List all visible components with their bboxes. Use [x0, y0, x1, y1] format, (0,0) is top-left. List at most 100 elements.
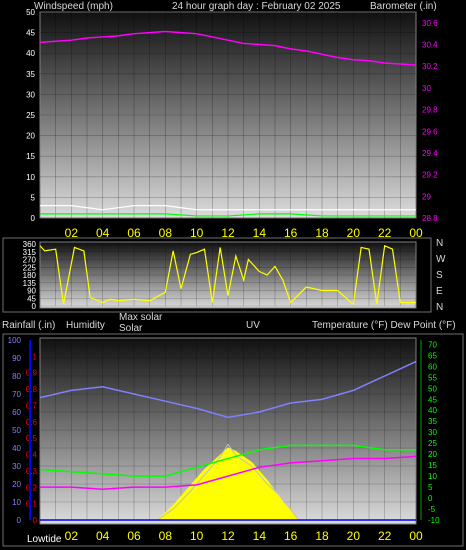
wind-x-tick: 14	[253, 226, 267, 240]
wind-y-tick: 40	[26, 49, 35, 58]
humidity-y-tick: 90	[12, 354, 21, 363]
rain-y-tick: 0.1	[26, 500, 38, 509]
baro-y-tick: 28.8	[422, 214, 438, 223]
dir-letter-n-bottom: N	[436, 302, 443, 313]
rain-y-tick: 1	[33, 352, 38, 361]
wind-x-tick: 06	[127, 226, 141, 240]
wind-y-tick: 50	[26, 8, 35, 17]
temp-y-tick: 30	[428, 428, 437, 437]
wind-y-tick: 5	[31, 193, 36, 202]
rainfall-label: Rainfall (.in)	[2, 320, 55, 331]
rain-y-tick: 0.6	[26, 418, 38, 427]
temp-y-tick: 60	[428, 362, 437, 371]
wind-y-tick: 0	[31, 214, 36, 223]
max-solar-label: Max solar	[119, 312, 163, 323]
temp-y-tick: 35	[428, 417, 437, 426]
humidity-y-tick: 10	[12, 498, 21, 507]
temp-y-tick: -10	[428, 516, 440, 525]
dir-letter-n-top: N	[436, 238, 443, 249]
humidity-y-tick: 50	[12, 426, 21, 435]
weather-graphs: Windspeed (mph) 24 hour graph day : Febr…	[2, 1, 464, 547]
humidity-y-tick: 80	[12, 372, 21, 381]
baro-y-tick: 29	[422, 192, 431, 201]
dir-y-tick: 0	[32, 302, 37, 311]
header-center-label: 24 hour graph day : February 02 2025	[172, 1, 341, 12]
temp-y-tick: 20	[428, 450, 437, 459]
wind-x-tick: 10	[190, 226, 204, 240]
wind-x-tick: 18	[315, 226, 329, 240]
rain-y-tick: 0.3	[26, 467, 38, 476]
wind-x-tick: 02	[65, 226, 79, 240]
humidity-y-tick: 0	[17, 516, 22, 525]
baro-y-tick: 29.4	[422, 149, 438, 158]
uv-label: UV	[246, 320, 260, 331]
temp-y-tick: 25	[428, 439, 437, 448]
temp-y-tick: 55	[428, 373, 437, 382]
temp-y-tick: 5	[428, 483, 433, 492]
dir-y-tick: 180	[23, 271, 37, 280]
dir-y-tick: 360	[23, 240, 37, 249]
baro-y-tick: 30.6	[422, 19, 438, 28]
solar-x-tick: 00	[409, 529, 423, 543]
dir-y-tick: 225	[23, 263, 37, 272]
solar-x-tick: 06	[127, 529, 141, 543]
wind-y-tick: 30	[26, 90, 35, 99]
solar-x-tick: 18	[315, 529, 329, 543]
solar-label: Solar	[119, 323, 143, 334]
solar-x-tick: 08	[159, 529, 173, 543]
solar-x-tick: 02	[65, 529, 79, 543]
baro-y-tick: 29.6	[422, 127, 438, 136]
wind-x-tick: 00	[409, 226, 423, 240]
wind-x-tick: 16	[284, 226, 298, 240]
dir-letter-s: S	[436, 270, 443, 281]
wind-y-tick: 20	[26, 132, 35, 141]
solar-x-tick: 10	[190, 529, 204, 543]
humidity-y-tick: 60	[12, 408, 21, 417]
wind-x-tick: 08	[159, 226, 173, 240]
wind-y-tick: 10	[26, 173, 35, 182]
temp-y-tick: 65	[428, 351, 437, 360]
header-left-label: Windspeed (mph)	[34, 1, 113, 12]
temp-y-tick: 10	[428, 472, 437, 481]
dir-y-tick: 90	[27, 287, 36, 296]
baro-y-tick: 30.4	[422, 41, 438, 50]
baro-y-tick: 29.8	[422, 106, 438, 115]
rain-y-tick: 0	[33, 516, 38, 525]
baro-y-tick: 30	[422, 84, 431, 93]
solar-x-tick: 20	[347, 529, 361, 543]
wind-x-tick: 20	[347, 226, 361, 240]
wind-y-tick: 15	[26, 152, 35, 161]
solar-x-tick: 14	[253, 529, 267, 543]
humidity-label: Humidity	[66, 320, 105, 331]
temp-y-tick: 40	[428, 406, 437, 415]
dir-y-tick: 315	[23, 248, 37, 257]
humidity-y-tick: 70	[12, 390, 21, 399]
lowtide-label: Lowtide	[27, 534, 62, 545]
temp-y-tick: -5	[428, 505, 436, 514]
wind-y-tick: 45	[26, 29, 35, 38]
baro-y-tick: 29.2	[422, 171, 438, 180]
temp-y-tick: 0	[428, 494, 433, 503]
rain-y-tick: 0.4	[26, 451, 38, 460]
dir-letter-e: E	[436, 286, 443, 297]
humidity-y-tick: 40	[12, 444, 21, 453]
humidity-y-tick: 30	[12, 462, 21, 471]
solar-x-tick: 04	[96, 529, 110, 543]
dir-y-tick: 45	[27, 294, 36, 303]
temp-y-tick: 15	[428, 461, 437, 470]
wind-x-tick: 12	[221, 226, 235, 240]
temp-y-tick: 50	[428, 384, 437, 393]
direction-letters: N W S E N	[436, 238, 446, 313]
wind-x-tick: 22	[378, 226, 392, 240]
temperature-dewpoint-label: Temperature (°F) Dew Point (°F)	[312, 320, 456, 331]
solar-x-tick: 22	[378, 529, 392, 543]
wind-x-tick: 04	[96, 226, 110, 240]
humidity-y-tick: 20	[12, 480, 21, 489]
rain-y-tick: 0.8	[26, 385, 38, 394]
rain-y-tick: 0.2	[26, 483, 38, 492]
dir-letter-w: W	[436, 254, 446, 265]
temp-y-tick: 45	[428, 395, 437, 404]
dir-y-tick: 270	[23, 256, 37, 265]
rain-y-tick: 0.7	[26, 401, 38, 410]
temp-y-tick: 70	[428, 340, 437, 349]
